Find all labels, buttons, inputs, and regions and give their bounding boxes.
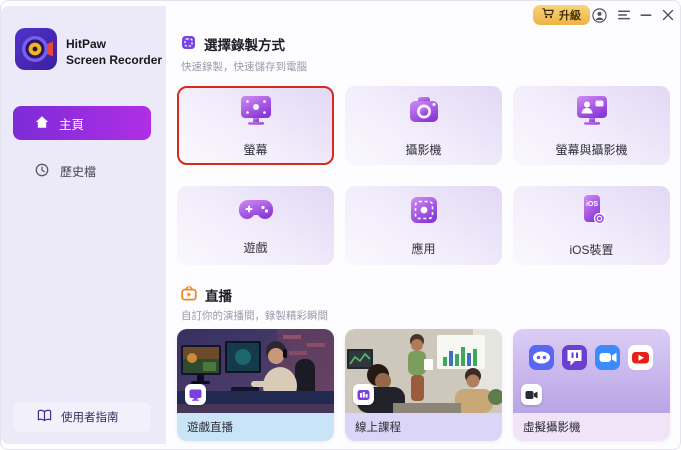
record-card-app[interactable]: 應用 xyxy=(345,186,502,265)
record-section-title: 選擇錄製方式 xyxy=(204,38,285,53)
screen-camera-icon xyxy=(574,94,610,132)
upgrade-label: 升級 xyxy=(559,10,581,22)
online-course-image xyxy=(345,329,502,413)
camera-badge-icon xyxy=(521,384,542,405)
record-section-header: 選擇錄製方式 xyxy=(181,34,285,54)
twitch-icon xyxy=(562,345,587,370)
tv-icon xyxy=(181,286,197,304)
record-section-subtitle: 快速錄製，快速儲存到電腦 xyxy=(181,61,307,73)
record-card-screen[interactable]: 螢幕 xyxy=(177,86,334,165)
record-card-label: iOS裝置 xyxy=(569,243,614,257)
sidebar: HitPaw Screen Recorder 主頁 歷史檔 使用者指南 xyxy=(1,6,166,444)
sidebar-item-home[interactable]: 主頁 xyxy=(13,106,151,140)
home-icon xyxy=(35,115,49,132)
whiteboard-badge-icon xyxy=(353,384,374,405)
book-icon xyxy=(37,409,52,425)
live-card-online-course[interactable]: 線上課程 xyxy=(345,329,502,441)
ios-icon-label: iOS xyxy=(585,201,597,208)
live-card-label: 遊戲直播 xyxy=(177,413,334,441)
record-card-screen-webcam[interactable]: 螢幕與攝影機 xyxy=(513,86,670,165)
game-stream-image xyxy=(177,329,334,413)
close-icon[interactable] xyxy=(660,7,676,23)
app-title: HitPaw Screen Recorder xyxy=(66,36,163,67)
live-card-virtual-camera[interactable]: 虛擬攝影機 xyxy=(513,329,670,441)
live-section-title: 直播 xyxy=(205,289,232,304)
minimize-icon[interactable] xyxy=(638,7,654,23)
monitor-badge-icon xyxy=(185,384,206,405)
record-card-game[interactable]: 遊戲 xyxy=(177,186,334,265)
screen-icon xyxy=(238,94,274,132)
live-section-subtitle: 自訂你的演播間，錄製精彩瞬間 xyxy=(181,310,328,322)
discord-icon xyxy=(529,345,554,370)
user-guide-label: 使用者指南 xyxy=(61,412,119,424)
select-area-icon xyxy=(181,35,196,53)
record-card-label: 螢幕與攝影機 xyxy=(555,142,628,157)
gamepad-icon xyxy=(238,195,274,230)
live-card-label: 線上課程 xyxy=(345,413,502,441)
sidebar-history-label: 歷史檔 xyxy=(60,164,97,179)
live-card-label: 虛擬攝影機 xyxy=(513,413,670,441)
upgrade-button[interactable]: 升級 xyxy=(533,5,590,25)
live-card-game-stream[interactable]: 遊戲直播 xyxy=(177,329,334,441)
sidebar-home-label: 主頁 xyxy=(59,117,85,132)
app-window-icon xyxy=(406,194,442,231)
brand-area: HitPaw Screen Recorder xyxy=(15,28,162,75)
user-guide-button[interactable]: 使用者指南 xyxy=(13,402,151,432)
record-card-ios[interactable]: iOS iOS裝置 xyxy=(513,186,670,265)
menu-icon[interactable] xyxy=(616,7,632,23)
record-card-label: 應用 xyxy=(411,242,436,256)
youtube-icon xyxy=(628,345,653,370)
virtual-camera-image xyxy=(513,329,670,413)
cart-icon xyxy=(542,8,554,22)
clock-icon xyxy=(35,163,49,180)
app-logo-icon xyxy=(15,28,57,75)
app-window: HitPaw Screen Recorder 主頁 歷史檔 使用者指南 升級 選… xyxy=(0,0,681,450)
account-icon[interactable] xyxy=(591,7,607,23)
record-card-label: 攝影機 xyxy=(405,142,442,157)
live-section-header: 直播 xyxy=(181,285,232,305)
record-card-label: 遊戲 xyxy=(243,241,268,255)
record-card-label: 螢幕 xyxy=(243,142,268,157)
ios-device-icon: iOS xyxy=(574,193,610,232)
record-card-webcam[interactable]: 攝影機 xyxy=(345,86,502,165)
sidebar-item-history[interactable]: 歷史檔 xyxy=(13,156,151,186)
zoom-icon xyxy=(595,345,620,370)
camera-icon xyxy=(406,94,442,132)
